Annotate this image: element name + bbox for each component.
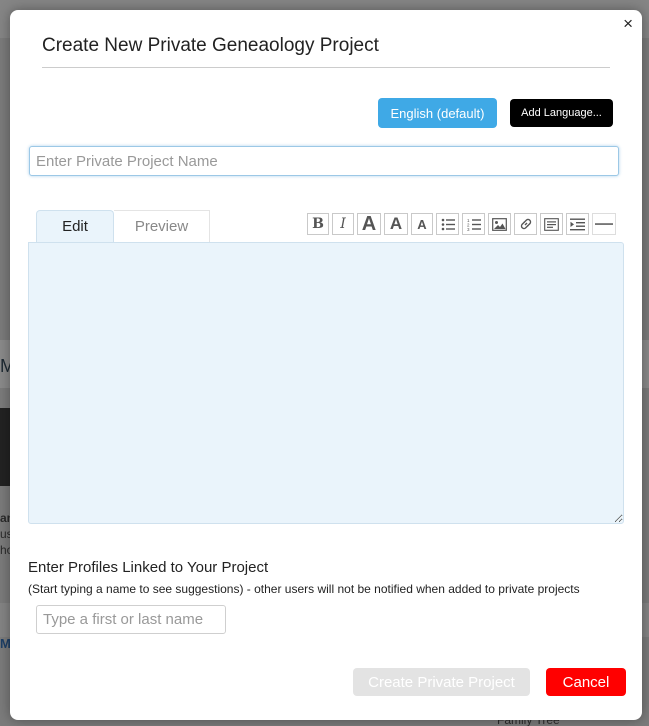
indent-icon[interactable] <box>566 213 589 235</box>
language-default-button[interactable]: English (default) <box>378 98 497 128</box>
create-project-button[interactable]: Create Private Project <box>353 668 530 696</box>
image-icon[interactable] <box>488 213 511 235</box>
add-language-button[interactable]: Add Language... <box>510 99 613 127</box>
blockquote-icon[interactable] <box>540 213 563 235</box>
description-editor[interactable] <box>28 242 624 524</box>
bold-icon[interactable]: B <box>307 213 329 235</box>
tab-edit[interactable]: Edit <box>36 210 114 242</box>
create-project-dialog: × Create New Private Geneaology Project … <box>10 10 642 720</box>
project-name-input[interactable] <box>29 146 619 176</box>
profile-search-input[interactable] <box>36 605 226 634</box>
dialog-title: Create New Private Geneaology Project <box>42 35 379 56</box>
profiles-label: Enter Profiles Linked to Your Project <box>28 559 269 576</box>
italic-icon[interactable]: I <box>332 213 354 235</box>
title-divider <box>42 67 610 68</box>
cancel-button[interactable]: Cancel <box>546 668 626 696</box>
numbered-list-icon[interactable]: 123 <box>462 213 485 235</box>
tab-preview[interactable]: Preview <box>114 210 210 242</box>
horizontal-rule-icon[interactable] <box>592 213 616 235</box>
font-medium-icon[interactable]: A <box>384 213 408 235</box>
editor-toolbar: B I A A A 123 <box>307 213 619 235</box>
link-icon[interactable] <box>514 213 537 235</box>
close-button[interactable]: × <box>623 15 633 32</box>
svg-text:3: 3 <box>467 227 470 231</box>
bulleted-list-icon[interactable] <box>436 213 459 235</box>
font-small-icon[interactable]: A <box>411 213 433 235</box>
profiles-hint: (Start typing a name to see suggestions)… <box>28 582 580 596</box>
font-large-icon[interactable]: A <box>357 213 381 235</box>
